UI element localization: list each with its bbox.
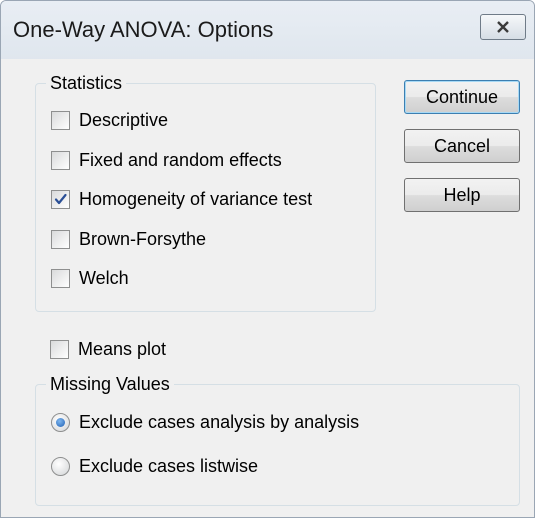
- brown-forsythe-checkbox-row[interactable]: Brown-Forsythe: [51, 229, 206, 250]
- exclude-listwise-radio[interactable]: [51, 457, 70, 476]
- statistics-group-title: Statistics: [46, 71, 127, 95]
- homogeneity-checkbox-row[interactable]: Homogeneity of variance test: [51, 189, 312, 210]
- exclude-listwise-label: Exclude cases listwise: [79, 456, 259, 476]
- dialog-body: Statistics Descriptive Fixed and random …: [1, 59, 534, 517]
- fixed-random-effects-label: Fixed and random effects: [79, 150, 282, 170]
- options-dialog: One-Way ANOVA: Options Statistics Descri…: [0, 0, 535, 518]
- means-plot-checkbox[interactable]: [50, 340, 69, 359]
- exclude-analysis-by-analysis-radio-row[interactable]: Exclude cases analysis by analysis: [51, 412, 359, 433]
- exclude-analysis-by-analysis-radio[interactable]: [51, 413, 70, 432]
- close-button[interactable]: [480, 14, 526, 40]
- exclude-listwise-radio-row[interactable]: Exclude cases listwise: [51, 456, 258, 477]
- continue-button[interactable]: Continue: [404, 80, 520, 114]
- welch-checkbox[interactable]: [51, 269, 70, 288]
- fixed-random-effects-checkbox[interactable]: [51, 151, 70, 170]
- close-icon: [497, 21, 509, 33]
- homogeneity-label: Homogeneity of variance test: [79, 189, 313, 209]
- welch-checkbox-row[interactable]: Welch: [51, 268, 129, 289]
- descriptive-label: Descriptive: [79, 110, 169, 130]
- welch-label: Welch: [79, 268, 129, 288]
- means-plot-checkbox-row[interactable]: Means plot: [50, 339, 166, 360]
- means-plot-label: Means plot: [78, 339, 167, 359]
- help-button[interactable]: Help: [404, 178, 520, 212]
- dialog-title: One-Way ANOVA: Options: [13, 17, 274, 42]
- radio-selected-dot: [56, 418, 65, 427]
- missing-values-group-title: Missing Values: [46, 372, 174, 396]
- checkmark-icon: [54, 193, 67, 205]
- descriptive-checkbox[interactable]: [51, 111, 70, 130]
- brown-forsythe-checkbox[interactable]: [51, 230, 70, 249]
- missing-values-group: Missing Values Exclude cases analysis by…: [35, 372, 520, 506]
- statistics-group: Statistics Descriptive Fixed and random …: [35, 71, 376, 312]
- cancel-button[interactable]: Cancel: [404, 129, 520, 163]
- exclude-analysis-by-analysis-label: Exclude cases analysis by analysis: [79, 412, 360, 432]
- title-bar[interactable]: One-Way ANOVA: Options: [1, 1, 534, 61]
- descriptive-checkbox-row[interactable]: Descriptive: [51, 110, 168, 131]
- brown-forsythe-label: Brown-Forsythe: [79, 229, 207, 249]
- fixed-random-effects-checkbox-row[interactable]: Fixed and random effects: [51, 150, 282, 171]
- homogeneity-checkbox[interactable]: [51, 190, 70, 209]
